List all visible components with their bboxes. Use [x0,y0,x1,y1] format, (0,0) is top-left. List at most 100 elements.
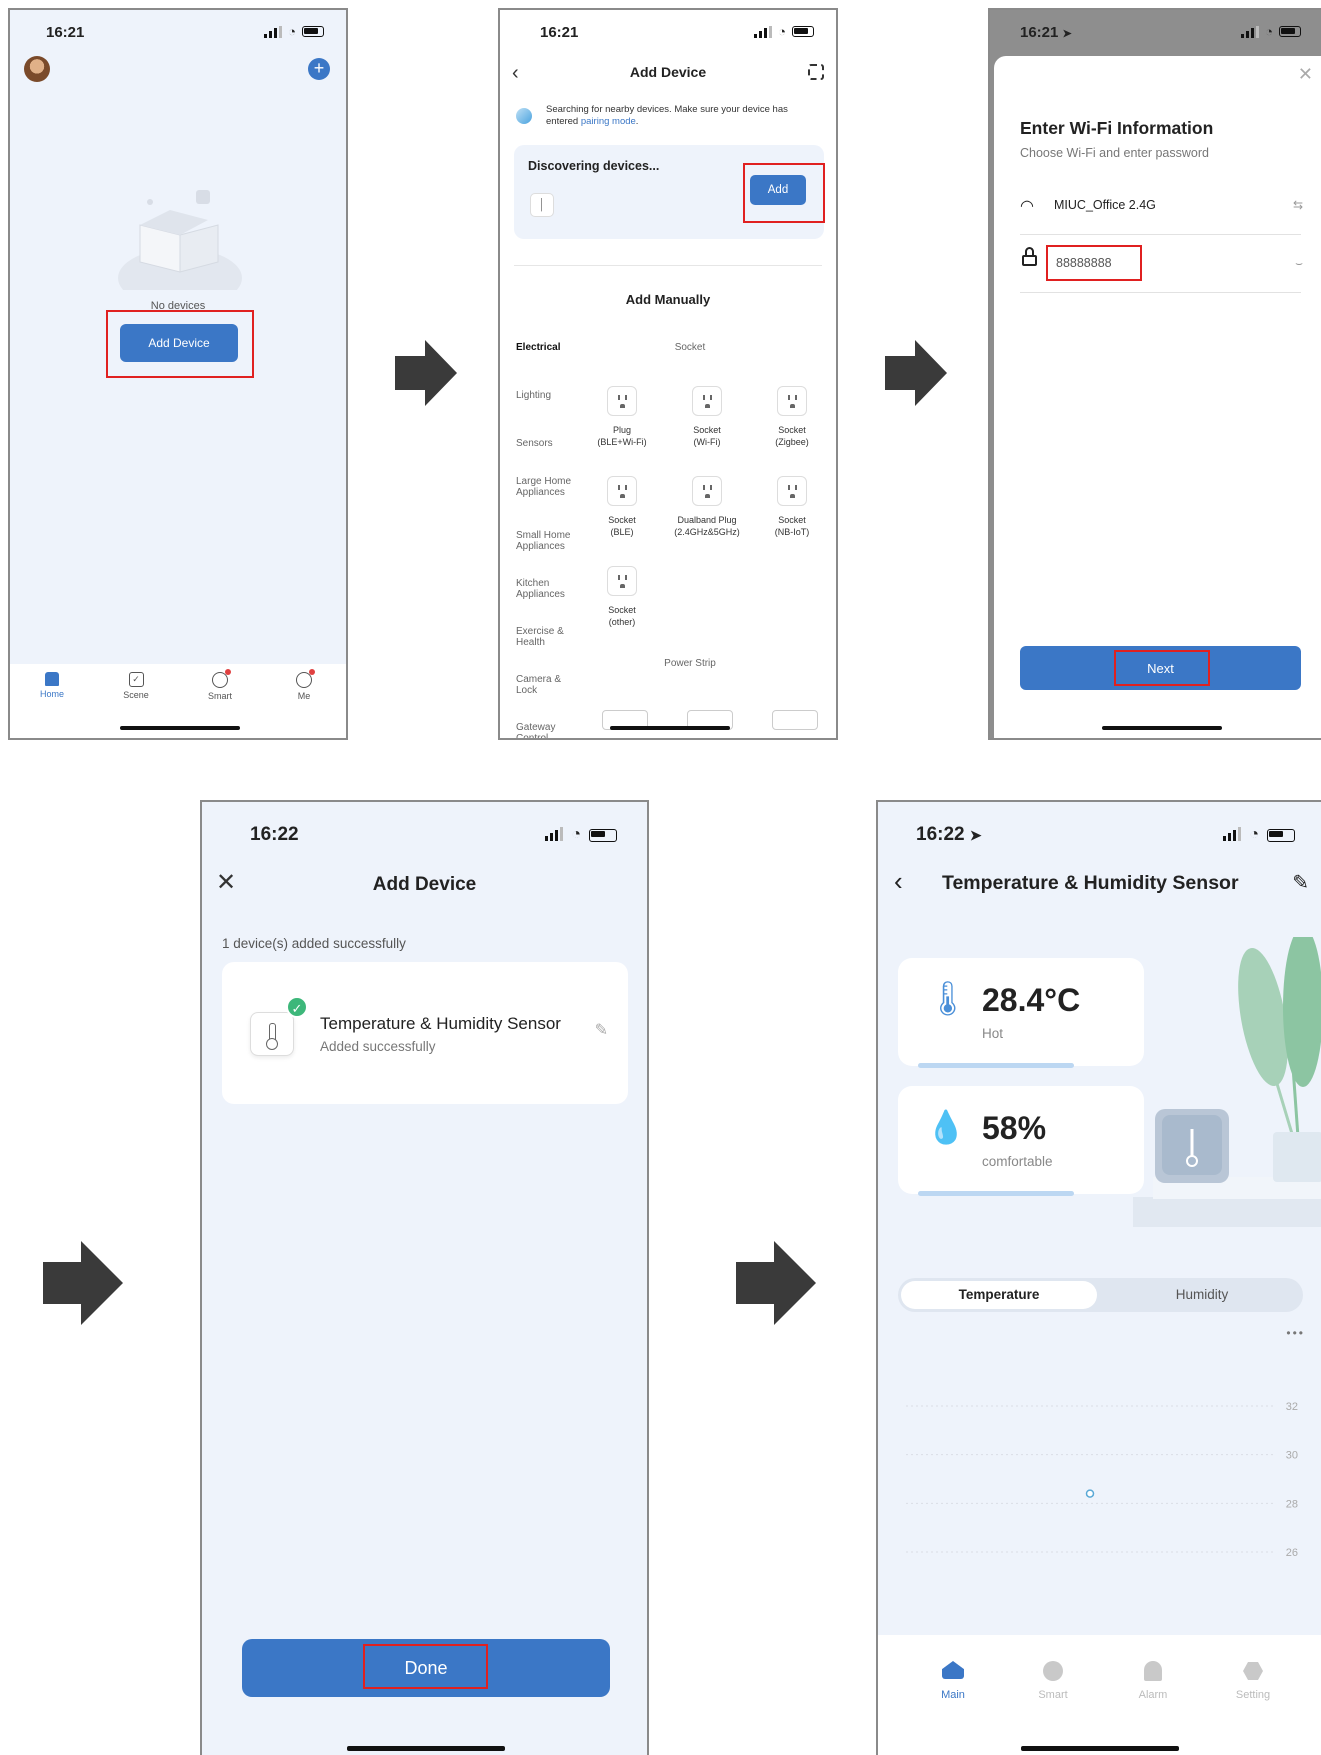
home-icon [942,1661,964,1679]
wifi-icon: ◔ [571,826,581,843]
temperature-state: Hot [982,1026,1004,1041]
product-label: Socket (Wi-Fi) [693,425,721,447]
bottom-tab-bar: Main Smart Alarm Setting [878,1635,1321,1755]
close-icon[interactable]: ✕ [1298,64,1313,85]
product-label: Socket (other) [608,605,636,627]
status-bar: 16:21 ◔ [10,10,346,56]
tab-setting[interactable]: Setting [1228,1661,1278,1701]
status-bar: 16:22 ◔ [202,802,647,862]
pairing-mode-link[interactable]: pairing mode [581,116,636,127]
socket-icon[interactable] [607,476,637,506]
scene-icon: ✓ [128,672,144,687]
home-icon [45,672,59,686]
humidity-card[interactable]: 💧 58% comfortable [898,1086,1144,1196]
product-label: Socket (BLE) [608,515,636,537]
scan-icon[interactable] [808,64,824,80]
socket-icon[interactable] [607,566,637,596]
highlight-box [743,163,825,223]
segment-humidity[interactable]: Humidity [1104,1281,1300,1309]
check-badge-icon: ✓ [286,996,308,1018]
signal-icon [1241,25,1260,38]
tab-me[interactable]: Me [282,669,326,701]
add-manually-title: Add Manually [625,292,711,307]
status-bar: 16:22 ➤ ◔ [878,802,1321,862]
temperature-card[interactable]: 🌡 28.4°C Hot [898,958,1144,1068]
ssid-field[interactable]: MIUC_Office 2.4G [1054,198,1156,212]
status-time: 16:21 [540,24,579,41]
category-kitchen[interactable]: Kitchen Appliances [516,578,576,600]
signal-icon [545,827,564,841]
tab-smart[interactable]: Smart [1028,1661,1078,1701]
socket-icon[interactable] [692,476,722,506]
category-large-home[interactable]: Large Home Appliances [516,476,576,498]
tab-smart[interactable]: Smart [198,669,242,701]
switch-network-icon[interactable]: ⇆ [1293,198,1303,212]
category-sensors[interactable]: Sensors [516,438,553,449]
category-camera[interactable]: Camera & Lock [516,674,566,696]
edit-pencil-icon[interactable]: ✎ [1292,870,1309,895]
category-gateway[interactable]: Gateway Control [516,722,566,738]
eye-closed-icon[interactable]: ⌣ [1295,256,1303,271]
arrow-right-icon [885,340,947,406]
power-strip-icon[interactable] [772,710,818,730]
category-exercise[interactable]: Exercise & Health [516,626,566,648]
signal-icon [754,25,773,38]
avatar[interactable] [24,56,50,82]
discovering-text: Discovering devices... [528,159,660,173]
product-label: Plug (BLE+Wi-Fi) [597,425,647,447]
category-electrical[interactable]: Electrical [516,342,560,353]
segment-temperature[interactable]: Temperature [901,1281,1097,1309]
location-arrow-icon: ➤ [1062,28,1072,40]
home-indicator [610,726,730,730]
add-plus-button[interactable]: + [308,58,330,80]
screen-sensor-detail: 16:22 ➤ ◔ ‹ Temperature & Humidity Senso… [876,800,1321,1755]
home-indicator [347,1746,505,1751]
socket-icon[interactable] [777,386,807,416]
battery-icon [302,26,324,37]
status-time: 16:21 ➤ [1020,24,1072,41]
socket-icon[interactable] [777,476,807,506]
highlight-box [1114,650,1210,686]
me-icon [296,669,315,688]
battery-icon [1279,26,1301,37]
arrow-right-icon [395,340,457,406]
tab-bar: Home ✓ Scene Smart Me [10,664,346,738]
status-icons: ◔ [1223,826,1295,844]
search-hint: Searching for nearby devices. Make sure … [546,104,788,127]
tab-alarm[interactable]: Alarm [1128,1661,1178,1701]
tab-home[interactable]: Home [30,672,74,699]
status-bar: 16:21 ◔ [500,10,836,56]
empty-box-illustration [118,190,242,290]
product-label: Socket (Zigbee) [775,425,809,447]
battery-icon [1267,828,1295,842]
status-icons: ◔ [1241,24,1301,39]
sheet-subtitle: Choose Wi-Fi and enter password [1020,146,1209,160]
edit-pencil-icon[interactable]: ✎ [595,1020,608,1040]
page-title: Add Device [372,874,477,895]
page-title: Add Device [629,64,707,80]
divider [1020,292,1301,293]
wifi-icon: ◔ [1265,24,1273,39]
back-chevron-icon[interactable]: ‹ [894,866,903,897]
status-bar: 16:21 ➤ ◔ [990,10,1321,56]
divider [514,265,822,266]
screen-add-device: 16:21 ◔ ‹ Add Device Searching for nearb… [498,8,838,740]
y-tick-label: 32 [1286,1401,1298,1413]
location-arrow-icon: ➤ [969,827,982,843]
screen-home: 16:21 ◔ + No devices Add Device Home ✓ S… [8,8,348,740]
lock-shackle [1025,247,1034,256]
clock-icon [1043,1661,1063,1681]
more-icon[interactable]: ••• [1286,1326,1305,1340]
signal-icon [1223,827,1242,841]
section-power-strip: Power Strip [664,658,716,669]
device-card[interactable]: ✓ Temperature & Humidity Sensor Added su… [222,962,628,1104]
tab-main[interactable]: Main [928,1661,978,1701]
tab-scene[interactable]: ✓ Scene [114,672,158,700]
temperature-chart: 32 30 28 26 [906,1401,1298,1559]
category-small-home[interactable]: Small Home Appliances [516,530,580,552]
bell-icon [1144,1661,1162,1681]
divider [1020,234,1301,235]
category-lighting[interactable]: Lighting [516,390,551,401]
socket-icon[interactable] [692,386,722,416]
socket-icon[interactable] [607,386,637,416]
